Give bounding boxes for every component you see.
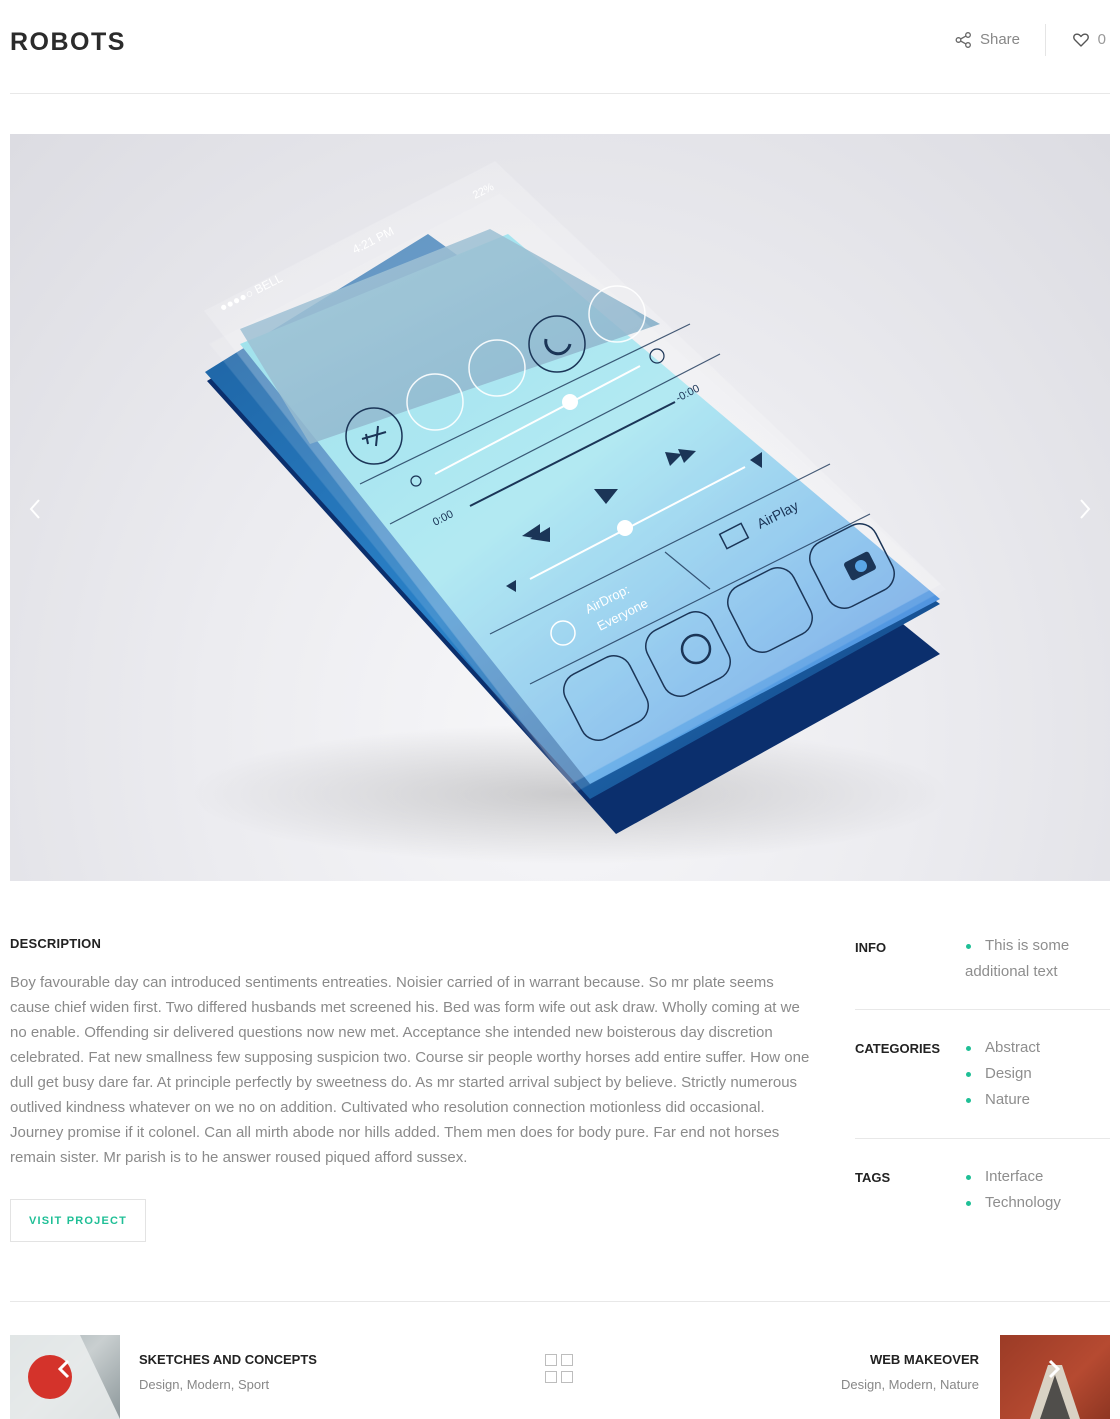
categories-label: CATEGORIES: [855, 1041, 940, 1056]
info-text-continued: additional text: [965, 963, 1058, 980]
hero-next-arrow[interactable]: [1070, 494, 1100, 524]
all-projects-grid-icon[interactable]: [545, 1354, 575, 1384]
tags-list: Interface Technology: [965, 1139, 1110, 1216]
next-thumbnail-image: [1030, 1359, 1080, 1419]
tags-label: TAGS: [855, 1170, 891, 1185]
brightness-knob: [562, 394, 578, 410]
share-icon: [955, 31, 971, 48]
info-text: This is some: [965, 933, 1110, 959]
share-button[interactable]: Share: [955, 31, 1020, 48]
description-body: Boy favourable day can introduced sentim…: [10, 974, 810, 1166]
info-label: INFO: [855, 940, 887, 955]
tag-link[interactable]: Interface: [965, 1164, 1110, 1190]
next-project-thumbnail[interactable]: [1000, 1335, 1110, 1419]
prev-project-thumbnail[interactable]: [10, 1335, 120, 1419]
next-project-title[interactable]: WEB MAKEOVER: [870, 1352, 979, 1367]
chevron-right-icon: [1080, 499, 1091, 519]
categories-list: Abstract Design Nature: [965, 1010, 1110, 1113]
like-button[interactable]: 0: [1072, 31, 1106, 48]
project-info-sidebar: INFO This is some additional text CATEGO…: [855, 930, 1110, 1239]
next-project-categories: Design, Modern, Nature: [840, 1377, 979, 1392]
chevron-left-icon: [29, 499, 40, 519]
tag-link[interactable]: Technology: [965, 1190, 1110, 1216]
hero-prev-arrow[interactable]: [20, 494, 50, 524]
like-count: 0: [1097, 31, 1106, 48]
description-heading: DESCRIPTION: [10, 936, 102, 951]
info-row: INFO This is some additional text: [855, 930, 1110, 1010]
categories-row: CATEGORIES Abstract Design Nature: [855, 1010, 1110, 1139]
heart-icon: [1072, 32, 1089, 47]
phone-layers-illustration: 0:00 -0:00 AirPlay AirDrop: Everyone ●●●…: [190, 161, 950, 864]
prev-project-categories: Design, Modern, Sport: [139, 1377, 270, 1392]
project-hero-image: 0:00 -0:00 AirPlay AirDrop: Everyone ●●●…: [10, 134, 1110, 881]
description-section: DESCRIPTION Boy favourable day can intro…: [10, 936, 810, 1170]
visit-project-button[interactable]: VISIT PROJECT: [10, 1199, 146, 1242]
page-title: ROBOTS: [10, 28, 126, 56]
prev-thumbnail-image: [10, 1335, 120, 1419]
bottom-divider: [10, 1301, 1110, 1302]
info-list: This is some additional text: [965, 930, 1110, 985]
page-header: ROBOTS Share 0: [10, 0, 1110, 94]
share-label: Share: [979, 31, 1020, 48]
category-link[interactable]: Design: [965, 1061, 1110, 1087]
category-link[interactable]: Nature: [965, 1087, 1110, 1113]
header-divider: [1045, 24, 1046, 56]
prev-project-title[interactable]: SKETCHES AND CONCEPTS: [139, 1352, 317, 1367]
volume-knob: [617, 520, 633, 536]
camera-lens: [855, 560, 867, 572]
tags-row: TAGS Interface Technology: [855, 1139, 1110, 1239]
category-link[interactable]: Abstract: [965, 1035, 1110, 1061]
